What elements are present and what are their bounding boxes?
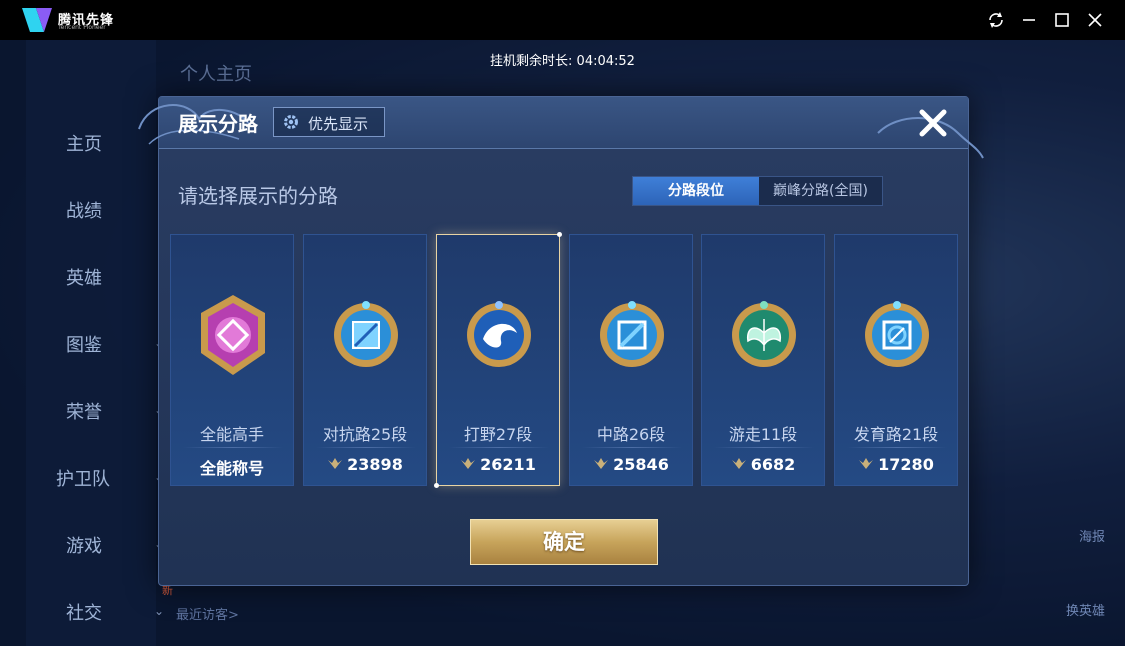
lane-score: 23898 <box>304 455 426 474</box>
lane-score: 17280 <box>835 455 957 474</box>
nav-item-game[interactable]: 游戏 <box>66 532 102 558</box>
rank-score-icon <box>594 458 609 469</box>
nav-item-social[interactable]: 社交 <box>66 599 102 625</box>
selection-corner-dot <box>557 232 562 237</box>
card-divider <box>582 447 682 448</box>
lane-name: 对抗路25段 <box>322 425 408 444</box>
maximize-icon[interactable] <box>1051 9 1073 31</box>
nav-item-home[interactable]: 主页 <box>66 130 102 156</box>
card-divider <box>183 447 283 448</box>
farm-lane-emblem-icon <box>865 301 929 367</box>
close-window-icon[interactable] <box>1084 9 1106 31</box>
dialog-header: 展示分路 优先显示 <box>138 97 984 159</box>
lane-card-farm[interactable]: 发育路21段 17280 <box>834 234 958 486</box>
lane-card-clash[interactable]: 对抗路25段 23898 <box>303 234 427 486</box>
card-divider <box>316 447 416 448</box>
lane-score: 26211 <box>437 455 559 474</box>
nav-item-record[interactable]: 战绩 <box>66 197 102 223</box>
dialog-title: 展示分路 <box>178 112 258 136</box>
lane-tabs: 分路段位 巅峰分路(全国) <box>632 176 883 206</box>
clash-lane-emblem-icon <box>334 301 398 367</box>
lane-score-value: 17280 <box>878 455 934 474</box>
lane-score: 6682 <box>702 455 824 474</box>
recent-visitors-link[interactable]: 最近访客> <box>176 604 239 623</box>
dialog-subtitle: 请选择展示的分路 <box>178 184 338 208</box>
rank-score-icon <box>731 458 746 469</box>
confirm-button[interactable]: 确定 <box>470 519 658 565</box>
lane-score-value: 6682 <box>750 455 796 474</box>
jungle-emblem-icon <box>467 301 531 367</box>
rank-score-icon <box>461 458 476 469</box>
selection-corner-dot <box>434 483 439 488</box>
app-logo-icon <box>22 8 52 32</box>
lane-score: 全能称号 <box>171 455 293 479</box>
nav-item-guard[interactable]: 护卫队 <box>56 465 110 491</box>
nav-item-heroes[interactable]: 英雄 <box>66 264 102 290</box>
card-divider <box>449 447 549 448</box>
lane-card-allround[interactable]: 全能高手 全能称号 <box>170 234 294 486</box>
gear-icon <box>284 115 298 129</box>
lane-name: 打野27段 <box>463 425 533 444</box>
switch-hero-button[interactable]: 换英雄 <box>1066 600 1105 619</box>
minimize-icon[interactable] <box>1018 9 1040 31</box>
poster-button[interactable]: 海报 <box>1079 526 1105 545</box>
lane-score-value: 全能称号 <box>199 459 264 478</box>
lane-name: 全能高手 <box>199 425 264 444</box>
nav-item-codex[interactable]: 图鉴 <box>66 331 102 357</box>
mid-lane-emblem-icon <box>600 301 664 367</box>
rank-score-icon <box>859 458 874 469</box>
chevron-down-icon: ⌄ <box>154 604 165 618</box>
lane-card-roam[interactable]: 游走11段 6682 <box>701 234 825 486</box>
nav-item-honor[interactable]: 荣誉 <box>66 398 102 424</box>
rank-score-icon <box>328 458 343 469</box>
tab-lane-rank[interactable]: 分路段位 <box>633 177 759 205</box>
lane-display-dialog: 展示分路 优先显示 请选择展示的分路 分路段位 巅峰分路(全国) 全能高手 全能… <box>138 96 984 586</box>
priority-display-label: 优先显示 <box>308 115 369 133</box>
lane-score-value: 26211 <box>480 455 536 474</box>
roam-emblem-icon <box>732 301 796 367</box>
close-icon[interactable] <box>915 105 951 141</box>
lane-score-value: 25846 <box>613 455 669 474</box>
card-divider <box>847 447 947 448</box>
allround-emblem-icon <box>201 295 265 375</box>
refresh-icon[interactable] <box>985 9 1007 31</box>
lane-name: 游走11段 <box>728 425 798 444</box>
host-titlebar: 腾讯先锋 Tencent Pioneer <box>0 0 1125 40</box>
lane-score: 25846 <box>570 455 692 474</box>
idle-timer: 挂机剩余时长: 04:04:52 <box>490 54 635 69</box>
tab-peak-lane[interactable]: 巅峰分路(全国) <box>759 177 882 205</box>
card-divider <box>714 447 814 448</box>
app-subname: Tencent Pioneer <box>58 24 106 31</box>
app-root: 主页 战绩 英雄 图鉴 ⌄ 新 荣誉 ⌄ 护卫队 ⌄ 游戏 ⌄ 新 社交 ⌄ 个… <box>0 0 1125 646</box>
lane-name: 中路26段 <box>596 425 666 444</box>
lane-name: 发育路21段 <box>853 425 939 444</box>
lane-score-value: 23898 <box>347 455 403 474</box>
priority-display-button[interactable]: 优先显示 <box>273 107 385 137</box>
lane-card-jungle[interactable]: 打野27段 26211 <box>434 232 562 488</box>
lane-card-mid[interactable]: 中路26段 25846 <box>569 234 693 486</box>
